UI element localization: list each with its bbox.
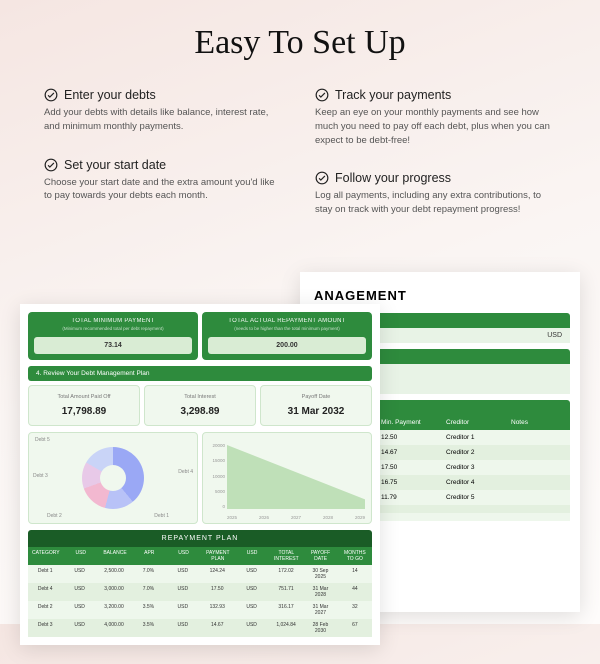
repayment-body: Debt 1USD2,500.007.0%USD124.24USD172.023… <box>28 565 372 637</box>
sheet-b-heading: ANAGEMENT <box>314 288 570 303</box>
table-row: Debt 3USD4,000.003.5%USD14.67USD1,024.84… <box>28 619 372 637</box>
donut-icon <box>82 447 144 509</box>
feature-title: Enter your debts <box>64 88 156 102</box>
card-total-interest: Total Interest3,298.89 <box>144 385 256 426</box>
feature-grid: Enter your debts Add your debts with det… <box>0 88 600 241</box>
check-circle-icon <box>315 88 329 102</box>
donut-chart: Debt 5 Debt 3 Debt 2 Debt 1 Debt 4 <box>28 432 198 524</box>
check-circle-icon <box>44 88 58 102</box>
screenshot-stack: ANAGEMENT your currency USD t the start … <box>20 272 580 664</box>
feature-track-payments: Track your payments Keep an eye on your … <box>315 88 556 147</box>
check-circle-icon <box>315 171 329 185</box>
feature-desc: Choose your start date and the extra amo… <box>44 176 285 204</box>
page-title: Easy To Set Up <box>0 24 600 62</box>
feature-follow-progress: Follow your progress Log all payments, i… <box>315 171 556 217</box>
feature-title: Track your payments <box>335 88 451 102</box>
repayment-header: CATEGORYUSDBALANCEAPRUSDPAYMENT PLANUSDT… <box>28 547 372 565</box>
card-payoff-date: Payoff Date31 Mar 2032 <box>260 385 372 426</box>
table-row: Debt 2USD3,200.003.5%USD132.93USD316.173… <box>28 601 372 619</box>
feature-desc: Log all payments, including any extra co… <box>315 189 556 217</box>
feature-set-date: Set your start date Choose your start da… <box>44 158 285 204</box>
section-review: 4. Review Your Debt Management Plan <box>28 366 372 381</box>
card-actual-repayment: TOTAL ACTUAL REPAYMENT AMOUNT (needs to … <box>202 312 372 360</box>
feature-title: Follow your progress <box>335 171 451 185</box>
area-fill <box>227 445 365 509</box>
repayment-plan-title: REPAYMENT PLAN <box>28 530 372 547</box>
sheet-plan: TOTAL MINIMUM PAYMENT (Minimum recommend… <box>20 304 380 645</box>
check-circle-icon <box>44 158 58 172</box>
feature-title: Set your start date <box>64 158 166 172</box>
card-total-paid: Total Amount Paid Off17,798.89 <box>28 385 140 426</box>
table-row: Debt 4USD3,000.007.0%USD17.50USD751.7131… <box>28 583 372 601</box>
area-chart: 20000 15000 10000 5000 0 2025 2026 2027 … <box>202 432 372 524</box>
feature-desc: Keep an eye on your monthly payments and… <box>315 106 556 147</box>
card-min-payment: TOTAL MINIMUM PAYMENT (Minimum recommend… <box>28 312 198 360</box>
feature-desc: Add your debts with details like balance… <box>44 106 285 134</box>
feature-enter-debts: Enter your debts Add your debts with det… <box>44 88 285 134</box>
table-row: Debt 1USD2,500.007.0%USD124.24USD172.023… <box>28 565 372 583</box>
